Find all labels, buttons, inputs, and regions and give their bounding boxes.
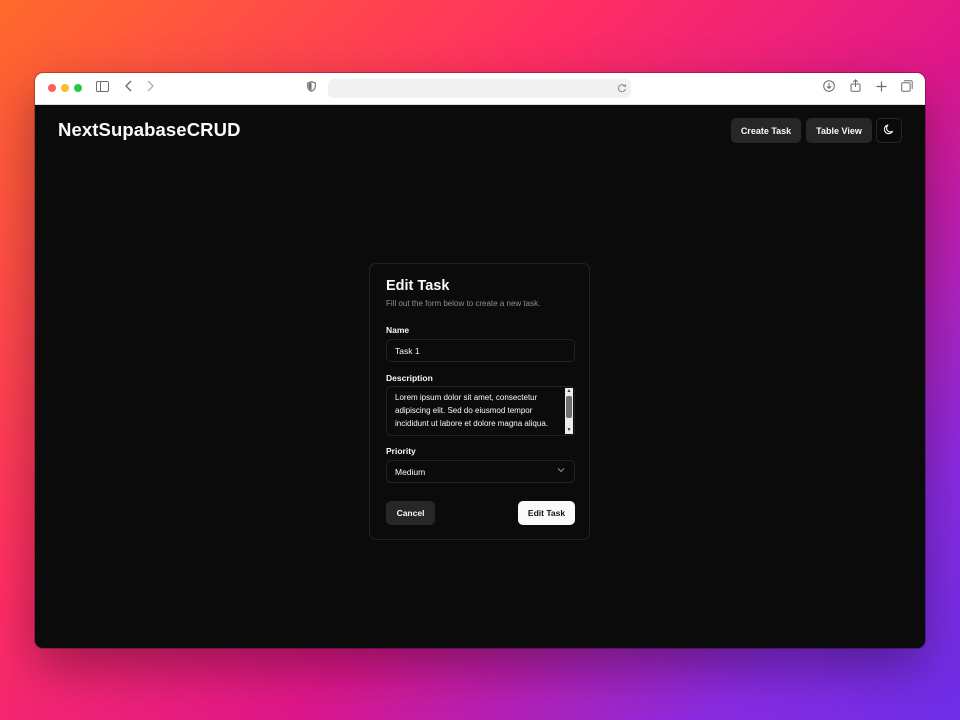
theme-toggle-button[interactable]	[876, 118, 902, 143]
cancel-button[interactable]: Cancel	[386, 501, 435, 525]
brand-logo[interactable]: NextSupabaseCRUD	[58, 119, 241, 141]
zoom-window-button[interactable]	[74, 84, 82, 92]
name-label: Name	[386, 325, 410, 335]
minimize-window-button[interactable]	[61, 84, 69, 92]
address-bar[interactable]	[328, 79, 631, 98]
description-textarea[interactable]: Lorem ipsum dolor sit amet, consectetur …	[386, 386, 575, 436]
browser-window: NextSupabaseCRUD Create Task Table View …	[35, 73, 925, 648]
reload-icon[interactable]	[617, 81, 627, 99]
sidebar-icon[interactable]	[96, 80, 109, 96]
moon-icon	[883, 124, 895, 137]
page-viewport: NextSupabaseCRUD Create Task Table View …	[35, 105, 925, 648]
browser-toolbar	[35, 73, 925, 105]
description-label: Description	[386, 373, 433, 383]
priority-label: Priority	[386, 446, 416, 456]
scroll-down-icon[interactable]: ▼	[565, 427, 573, 434]
tabs-overview-icon[interactable]	[901, 80, 913, 96]
description-scrollbar[interactable]: ▲ ▼	[565, 388, 573, 434]
scrollbar-thumb[interactable]	[566, 396, 572, 418]
chevron-down-icon	[557, 466, 565, 476]
share-icon[interactable]	[850, 79, 861, 96]
new-tab-icon[interactable]	[876, 80, 887, 96]
description-text: Lorem ipsum dolor sit amet, consectetur …	[395, 393, 548, 428]
edit-task-card: Edit Task Fill out the form below to cre…	[369, 263, 590, 540]
edit-task-submit-button[interactable]: Edit Task	[518, 501, 575, 525]
card-subtitle: Fill out the form below to create a new …	[386, 299, 541, 308]
priority-select-value: Medium	[395, 466, 426, 477]
priority-select[interactable]: Medium	[386, 460, 575, 483]
name-input-value: Task 1	[395, 345, 420, 356]
card-title: Edit Task	[386, 278, 450, 294]
create-task-button[interactable]: Create Task	[731, 118, 801, 143]
download-icon[interactable]	[823, 80, 835, 96]
shield-icon[interactable]	[307, 80, 316, 96]
table-view-button[interactable]: Table View	[806, 118, 872, 143]
scroll-up-icon[interactable]: ▲	[565, 388, 573, 395]
close-window-button[interactable]	[48, 84, 56, 92]
back-icon[interactable]	[125, 80, 133, 96]
name-input[interactable]: Task 1	[386, 339, 575, 362]
forward-icon[interactable]	[146, 80, 154, 96]
